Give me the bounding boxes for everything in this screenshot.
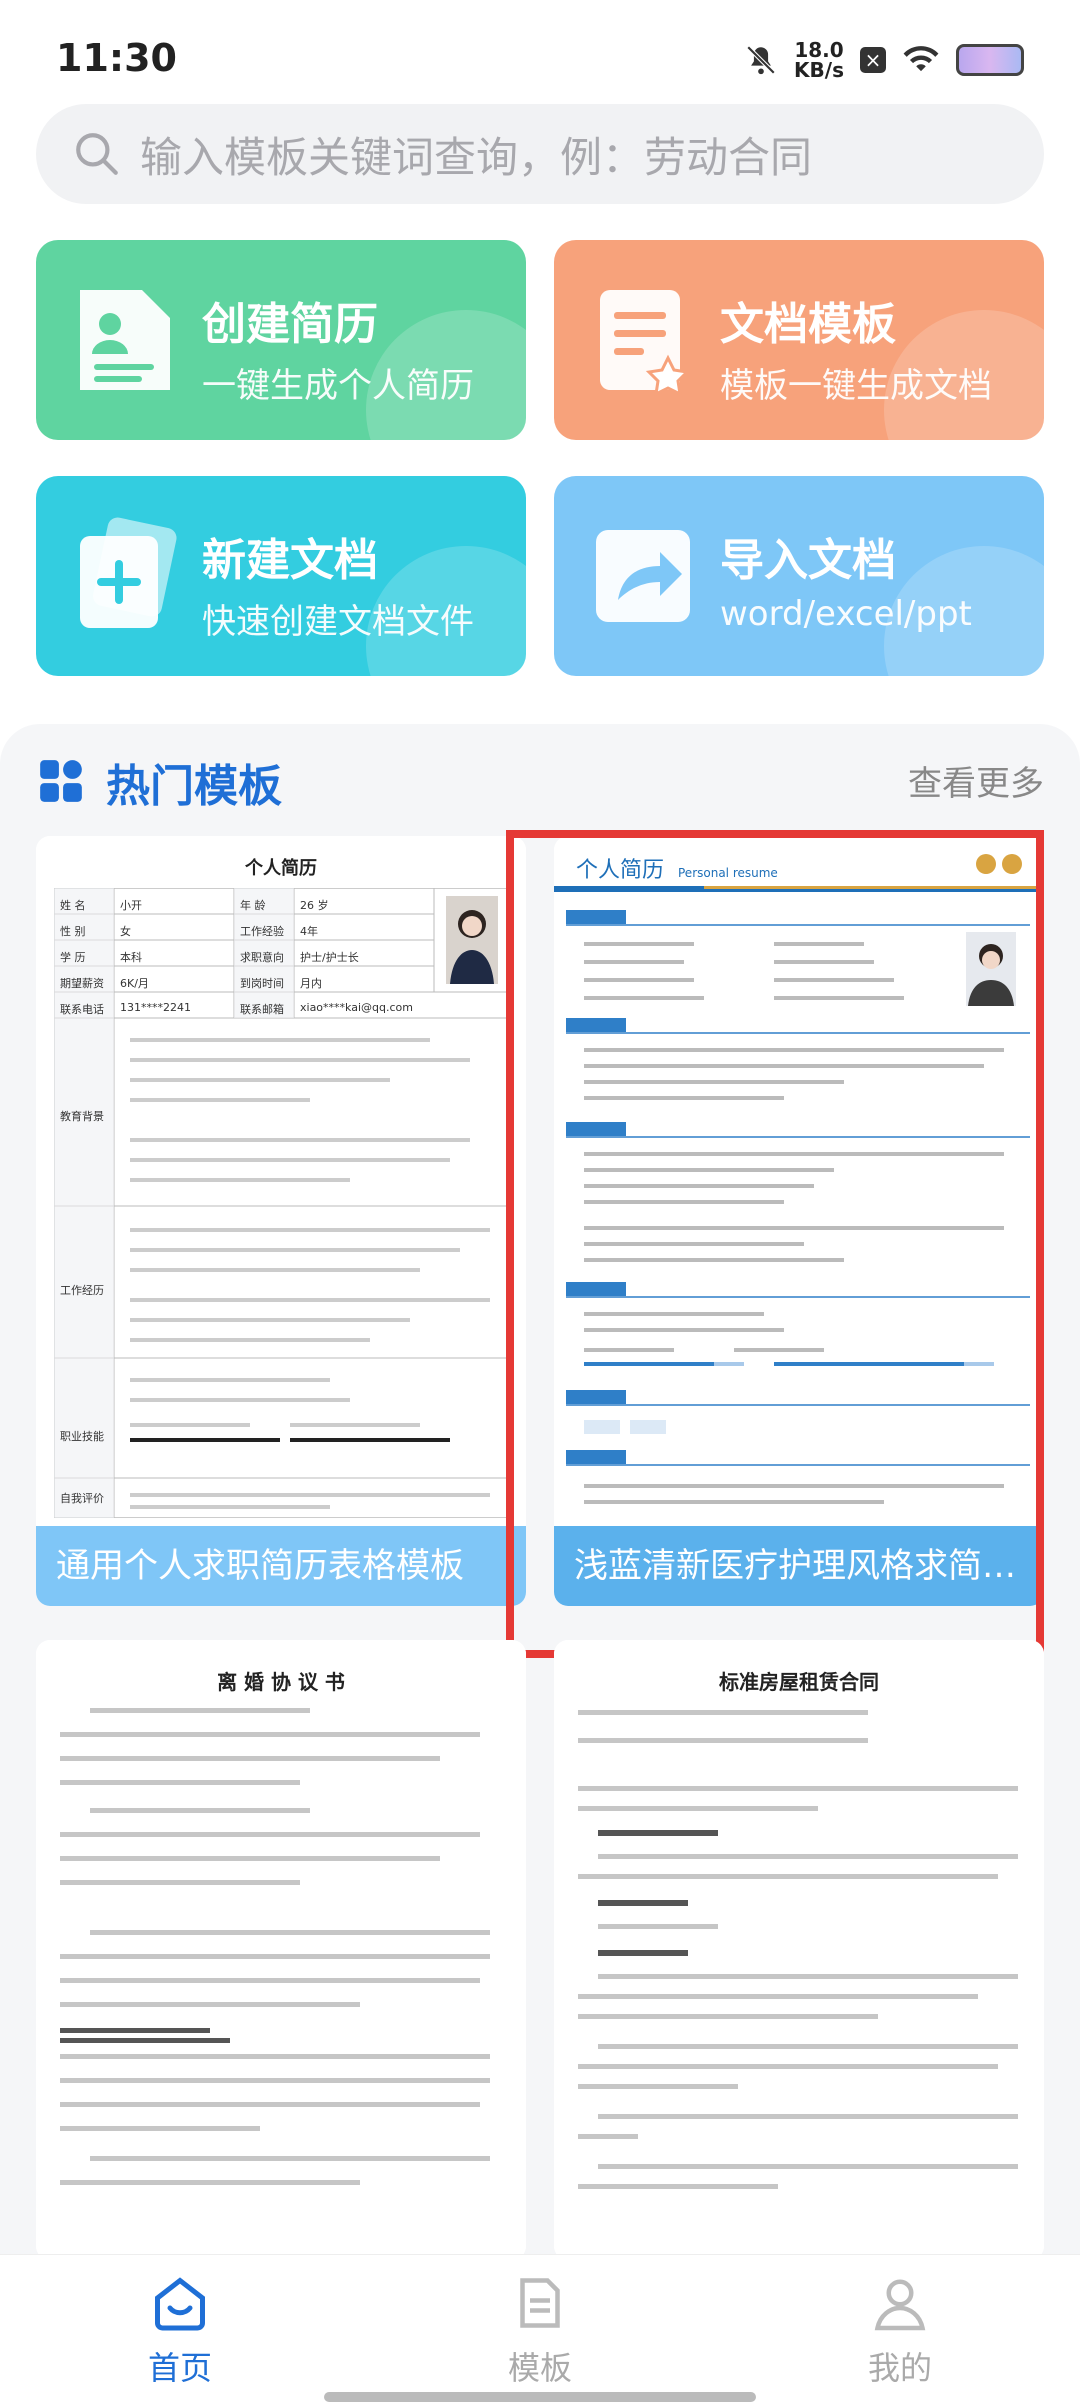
speed-value: 18.0 bbox=[794, 38, 844, 62]
field-value: 小开 bbox=[120, 899, 142, 912]
template-card[interactable]: 标准房屋租赁合同 bbox=[554, 1640, 1044, 2260]
create-resume-card[interactable]: 创建简历 一键生成个人简历 bbox=[36, 240, 526, 440]
template-icon bbox=[600, 290, 691, 397]
card-title: 文档模板 bbox=[720, 299, 896, 350]
doc-template-card[interactable]: 文档模板 模板一键生成文档 bbox=[554, 240, 1044, 440]
new-doc-icon bbox=[80, 517, 177, 628]
preview-title: 标准房屋租赁合同 bbox=[719, 1670, 879, 1694]
card-subtitle: 快速创建文档文件 bbox=[202, 602, 474, 642]
field-value: 26 岁 bbox=[300, 899, 329, 912]
template-preview: 离 婚 协 议 书 bbox=[36, 1640, 526, 2260]
template-preview: 标准房屋租赁合同 bbox=[554, 1640, 1044, 2260]
field-label: 姓 名 bbox=[60, 899, 86, 912]
field-value: xiao****kai@qq.com bbox=[300, 1001, 413, 1014]
tab-label: 模板 bbox=[507, 2349, 572, 2387]
tab-bar: 首页 模板 我的 bbox=[0, 2254, 1080, 2408]
user-icon bbox=[874, 2279, 926, 2331]
import-doc-card[interactable]: 导入文档 word/excel/ppt bbox=[554, 476, 1044, 676]
field-label: 联系邮箱 bbox=[240, 1003, 284, 1016]
card-subtitle: word/excel/ppt bbox=[720, 594, 972, 634]
contract-text-preview bbox=[578, 1710, 1018, 2189]
preview-title: 个人简历 bbox=[245, 858, 317, 879]
card-subtitle: 一键生成个人简历 bbox=[202, 366, 474, 406]
field-label: 求职意向 bbox=[240, 951, 284, 964]
wifi-icon bbox=[903, 46, 939, 72]
notification-x-icon: × bbox=[860, 47, 886, 73]
template-card[interactable]: 个人简历 姓 名 小开 年 龄 26 岁 性 别 女 工作经验 4年 学 历 本… bbox=[36, 836, 526, 1606]
field-label: 年 龄 bbox=[240, 899, 266, 912]
field-value: 本科 bbox=[120, 951, 142, 964]
section-label: 教育背景 bbox=[60, 1110, 104, 1123]
section-label: 工作经历 bbox=[60, 1284, 104, 1297]
home-icon bbox=[155, 2277, 205, 2331]
field-value: 月内 bbox=[300, 977, 322, 990]
resume-icon bbox=[80, 290, 170, 390]
new-doc-card[interactable]: 新建文档 快速创建文档文件 bbox=[36, 476, 526, 676]
card-title: 导入文档 bbox=[720, 535, 896, 586]
see-more-link[interactable]: 查看更多 bbox=[908, 756, 1044, 805]
search-icon bbox=[76, 133, 118, 175]
tab-profile[interactable]: 我的 bbox=[800, 2273, 1000, 2389]
field-label: 联系电话 bbox=[60, 1003, 104, 1016]
template-preview: 个人简历 姓 名 小开 年 龄 26 岁 性 别 女 工作经验 4年 学 历 本… bbox=[36, 836, 526, 1526]
tab-label: 我的 bbox=[867, 2349, 932, 2387]
field-label: 性 别 bbox=[60, 925, 86, 938]
card-title: 创建简历 bbox=[202, 299, 378, 350]
field-value: 6K/月 bbox=[120, 977, 149, 990]
home-indicator[interactable] bbox=[324, 2392, 756, 2402]
speed-unit: KB/s bbox=[794, 58, 844, 82]
preview-title: 离 婚 协 议 书 bbox=[217, 1670, 345, 1694]
search-placeholder: 输入模板关键词查询，例：劳动合同 bbox=[140, 132, 813, 182]
card-subtitle: 模板一键生成文档 bbox=[720, 366, 992, 406]
field-value: 护士/护士长 bbox=[300, 951, 359, 964]
field-value: 131****2241 bbox=[120, 1001, 191, 1014]
template-card[interactable]: 离 婚 协 议 书 bbox=[36, 1640, 526, 2260]
tab-home[interactable]: 首页 bbox=[80, 2273, 280, 2389]
app-root: 11:30 18.0 KB/s × 输入模板关键词查询，例：劳动合同 创建简历 … bbox=[0, 0, 1080, 2408]
status-time: 11:30 bbox=[56, 36, 177, 80]
field-value: 女 bbox=[120, 925, 131, 938]
tab-label: 首页 bbox=[147, 2349, 212, 2387]
section-label: 职业技能 bbox=[60, 1430, 104, 1443]
tab-templates[interactable]: 模板 bbox=[440, 2273, 640, 2389]
status-icons: 18.0 KB/s × bbox=[744, 40, 1024, 80]
section-title: 热门模板 bbox=[106, 761, 282, 812]
highlight-box bbox=[506, 830, 1044, 1658]
grid-icon bbox=[40, 760, 82, 802]
field-label: 学 历 bbox=[60, 951, 86, 964]
contract-text-preview bbox=[60, 1708, 490, 2185]
section-label: 自我评价 bbox=[60, 1492, 104, 1505]
mute-bell-icon bbox=[746, 45, 776, 75]
field-label: 工作经验 bbox=[240, 925, 284, 938]
field-value: 4年 bbox=[300, 925, 318, 938]
battery-icon bbox=[956, 44, 1024, 76]
field-label: 到岗时间 bbox=[240, 977, 284, 990]
field-label: 期望薪资 bbox=[60, 977, 104, 990]
template-name: 通用个人求职简历表格模板 bbox=[36, 1526, 526, 1606]
network-speed: 18.0 KB/s bbox=[794, 40, 844, 80]
document-icon bbox=[520, 2278, 560, 2328]
import-icon bbox=[596, 530, 690, 622]
search-bar[interactable]: 输入模板关键词查询，例：劳动合同 bbox=[36, 104, 1044, 204]
card-title: 新建文档 bbox=[202, 535, 378, 586]
